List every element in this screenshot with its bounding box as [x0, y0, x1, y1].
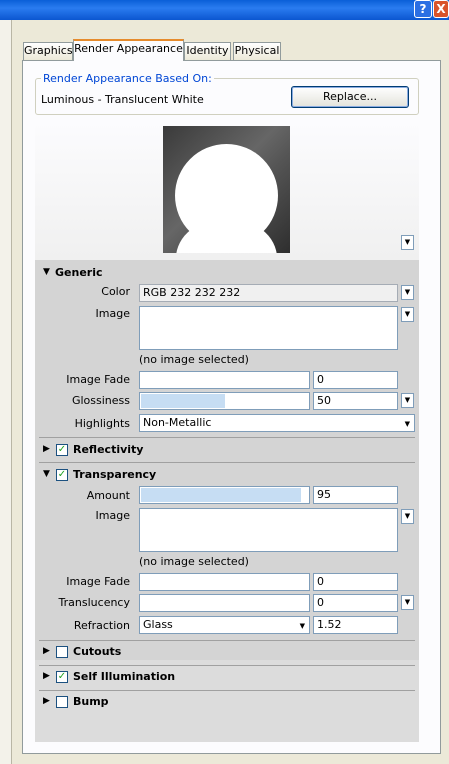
transparency-image-fade-value[interactable]: 0 — [313, 573, 398, 591]
tab-identity[interactable]: Identity — [184, 42, 231, 60]
highlights-label: Highlights — [74, 417, 130, 430]
transparency-checkbox[interactable]: ✓ — [56, 469, 68, 481]
divider — [39, 462, 415, 463]
highlights-select-value: Non-Metallic — [143, 416, 212, 429]
title-bar — [0, 0, 449, 20]
refraction-value[interactable]: 1.52 — [313, 616, 398, 634]
generic-image-status: (no image selected) — [139, 353, 249, 366]
transparency-expand-toggle[interactable]: ▼ — [43, 469, 50, 479]
transparency-image-fade-slider[interactable] — [139, 573, 310, 591]
help-button[interactable]: ? — [414, 0, 432, 18]
image-label: Image — [95, 307, 130, 320]
image-fade-label: Image Fade — [66, 373, 130, 386]
translucency-label: Translucency — [58, 596, 130, 609]
refraction-select[interactable]: Glass ▼ — [139, 616, 310, 634]
chevron-down-icon: ▼ — [299, 622, 305, 630]
reflectivity-checkbox[interactable]: ✓ — [56, 444, 68, 456]
highlights-select[interactable]: Non-Metallic ▼ — [139, 414, 415, 432]
glossiness-label: Glossiness — [71, 394, 130, 407]
material-name: Luminous - Translucent White — [41, 93, 204, 106]
bump-expand-toggle[interactable]: ▶ — [43, 696, 50, 706]
left-side-panel — [0, 20, 12, 764]
bump-section-title: Bump — [73, 695, 109, 708]
image-fade-value[interactable]: 0 — [313, 371, 398, 389]
amount-slider[interactable] — [139, 486, 310, 504]
cutouts-section-title: Cutouts — [73, 645, 122, 658]
divider — [39, 437, 415, 438]
refraction-label: Refraction — [73, 619, 130, 632]
glossiness-dropdown[interactable]: ▼ — [401, 393, 414, 408]
close-button[interactable]: X — [433, 0, 449, 18]
cutouts-expand-toggle[interactable]: ▶ — [43, 646, 50, 656]
self-illumination-checkbox[interactable]: ✓ — [56, 671, 68, 683]
generic-image-box[interactable] — [139, 306, 398, 350]
generic-section-title: Generic — [55, 266, 103, 279]
transparency-image-label: Image — [95, 509, 130, 522]
transparency-image-fade-label: Image Fade — [66, 575, 130, 588]
transparency-section-title: Transparency — [73, 468, 157, 481]
preview-options-dropdown[interactable]: ▼ — [401, 235, 414, 250]
amount-value[interactable]: 95 — [313, 486, 398, 504]
tab-physical[interactable]: Physical — [233, 42, 281, 60]
image-fade-slider[interactable] — [139, 371, 310, 389]
material-preview-image — [163, 126, 290, 253]
self-illumination-section-title: Self Illumination — [73, 670, 176, 683]
glossiness-slider[interactable] — [139, 392, 310, 410]
group-title: Render Appearance Based On: — [41, 72, 214, 85]
tab-render-appearance[interactable]: Render Appearance — [73, 39, 184, 61]
amount-slider-fill — [141, 488, 301, 502]
color-label: Color — [101, 285, 130, 298]
translucency-dropdown[interactable]: ▼ — [401, 595, 414, 610]
glossiness-value[interactable]: 50 — [313, 392, 398, 410]
divider — [39, 690, 415, 691]
reflectivity-section-title: Reflectivity — [73, 443, 144, 456]
reflectivity-expand-toggle[interactable]: ▶ — [43, 444, 50, 454]
generic-expand-toggle[interactable]: ▼ — [43, 267, 50, 277]
transparency-image-box[interactable] — [139, 508, 398, 552]
replace-button[interactable]: Replace... — [291, 86, 409, 108]
translucency-slider[interactable] — [139, 594, 310, 612]
self-illumination-expand-toggle[interactable]: ▶ — [43, 671, 50, 681]
color-field[interactable]: RGB 232 232 232 — [139, 284, 398, 302]
refraction-select-value: Glass — [143, 618, 173, 631]
divider — [39, 640, 415, 641]
bump-checkbox[interactable] — [56, 696, 68, 708]
tab-graphics[interactable]: Graphics — [23, 42, 73, 60]
glossiness-slider-fill — [141, 394, 225, 408]
cutouts-checkbox[interactable] — [56, 646, 68, 658]
translucency-value[interactable]: 0 — [313, 594, 398, 612]
color-dropdown[interactable]: ▼ — [401, 285, 414, 300]
transparency-image-status: (no image selected) — [139, 555, 249, 568]
chevron-down-icon: ▼ — [404, 420, 410, 428]
transparency-image-dropdown[interactable]: ▼ — [401, 509, 414, 524]
generic-image-dropdown[interactable]: ▼ — [401, 307, 414, 322]
divider — [39, 665, 415, 666]
amount-label: Amount — [86, 489, 130, 502]
